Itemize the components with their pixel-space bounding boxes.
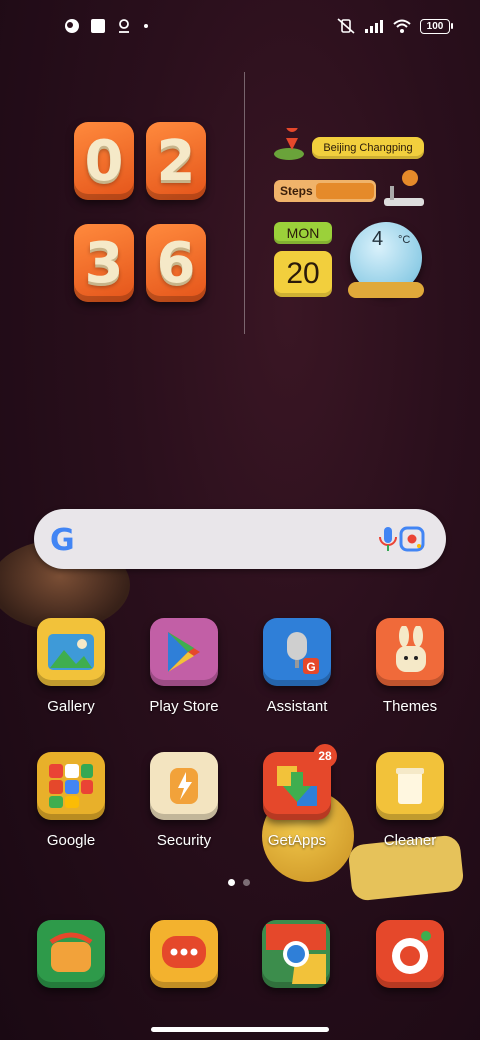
svg-text:G: G [306,660,315,674]
app-label: Gallery [47,698,95,715]
app-google-folder[interactable]: Google [21,752,121,849]
google-lens-icon[interactable] [398,525,426,553]
app-themes[interactable]: Themes [360,618,460,715]
play-store-icon [150,618,218,686]
vibrate-off-icon [337,18,355,34]
app-label: Google [46,832,96,849]
page-dot-2[interactable] [243,879,250,886]
weather-globe-base [348,282,424,298]
assistant-icon: G [263,618,331,686]
location-icon [119,19,129,33]
google-folder-icon [37,752,105,820]
home-gesture-bar[interactable] [151,1027,329,1032]
dot-icon [144,24,148,28]
app-assistant[interactable]: G Assistant [247,618,347,715]
app-label: GetApps [267,832,327,849]
themes-icon [376,618,444,686]
location-pin-icon [274,128,304,160]
widget-divider [244,72,245,334]
gallery-icon [37,618,105,686]
phone-dock-icon[interactable] [37,920,105,988]
battery-icon: 100 [420,18,453,34]
date-label[interactable]: 20 [274,251,332,297]
clock-minute-ones[interactable]: 6 [146,224,206,302]
notification-badge: 28 [313,744,337,768]
app-label: Cleaner [383,832,437,849]
app-label: Security [156,832,212,849]
steps-label: Steps [280,184,313,198]
clock-hour-ones[interactable]: 2 [146,122,206,200]
security-icon [150,752,218,820]
cleaner-icon [376,752,444,820]
clock-hour-tens[interactable]: 0 [74,122,134,200]
treadmill-icon [384,170,424,206]
app-label: Play Store [149,698,219,715]
square-icon [91,19,105,33]
getapps-icon: 28 [263,744,337,820]
clock-minute-tens[interactable]: 3 [74,224,134,302]
search-bar[interactable]: G [34,509,446,569]
location-label[interactable]: Beijing Changping [312,137,424,159]
google-logo: G [50,523,75,558]
status-bar: 100 [0,14,480,42]
temperature-value: 4 [372,228,384,250]
app-gallery[interactable]: Gallery [21,618,121,715]
app-cleaner[interactable]: Cleaner [360,752,460,849]
steps-progress[interactable]: Steps [274,180,376,202]
app-label: Assistant [266,698,328,715]
messages-dock-icon[interactable] [150,920,218,988]
app-play-store[interactable]: Play Store [134,618,234,715]
weekday-label[interactable]: MON [274,222,332,244]
app-getapps[interactable]: 28 GetApps [247,744,347,849]
page-dot-1[interactable] [228,879,235,886]
app-label: Themes [382,698,438,715]
steps-fill [316,183,374,199]
page-indicator[interactable] [228,879,250,886]
wifi-icon [393,19,411,33]
temperature-unit: °C [398,234,411,246]
app-security[interactable]: Security [134,752,234,849]
notification-icon [65,19,79,33]
signal-icon [365,20,383,33]
chrome-dock-icon[interactable] [262,920,330,988]
camera-dock-icon[interactable] [376,920,444,988]
